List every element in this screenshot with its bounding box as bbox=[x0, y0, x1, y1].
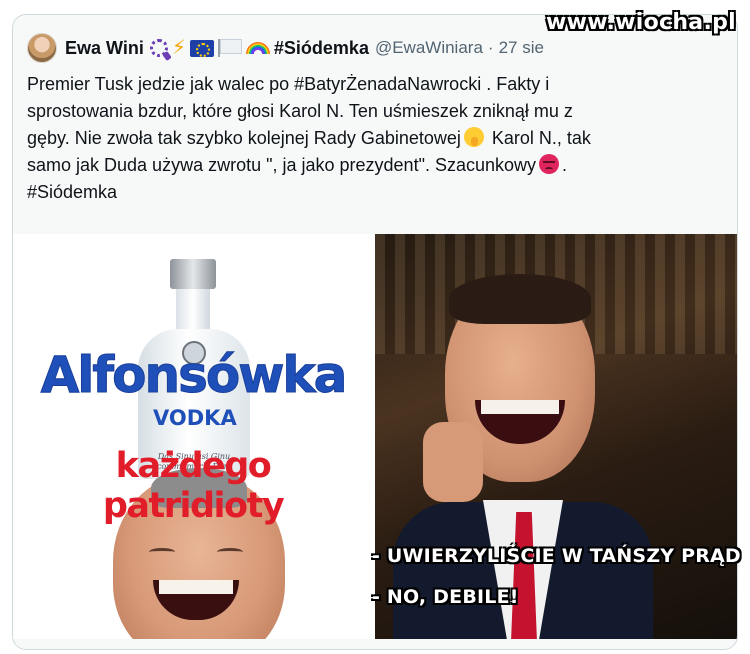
tweet-date[interactable]: 27 sie bbox=[499, 38, 544, 58]
brand-name: Alfonsówka bbox=[40, 346, 348, 405]
author-display-name[interactable]: Ewa Wini bbox=[65, 38, 144, 59]
watermark: www.wiocha.pl bbox=[546, 10, 736, 35]
white-flag-icon bbox=[217, 39, 242, 57]
header-separator: · bbox=[487, 38, 494, 57]
tweet-text-line: gęby. Nie zwoła tak szybko kolejnej Rady… bbox=[27, 125, 727, 152]
raised-fist bbox=[423, 422, 483, 502]
product-name: VODKA bbox=[153, 406, 237, 430]
bottle-cap bbox=[170, 259, 216, 289]
tweet-hashtag[interactable]: #Siódemka bbox=[27, 179, 727, 206]
slogan: każdego patridioty bbox=[102, 446, 285, 526]
eye bbox=[217, 548, 243, 556]
shushing-face-icon bbox=[463, 127, 484, 147]
avatar[interactable] bbox=[27, 33, 57, 63]
eu-flag-icon bbox=[189, 39, 214, 57]
eye bbox=[149, 548, 175, 556]
tweet-text-segment: samo jak Duda używa zwrotu ", ja jako pr… bbox=[27, 155, 537, 175]
tweet-media: Das Sinufasi Ginu commumerly Dem slunsle… bbox=[13, 234, 737, 639]
rainbow-icon bbox=[245, 42, 270, 54]
media-image-left[interactable]: Das Sinufasi Ginu commumerly Dem slunsle… bbox=[13, 234, 372, 639]
media-image-right[interactable] bbox=[375, 234, 737, 639]
prayer-beads-icon bbox=[149, 39, 168, 57]
tweet-text-line: samo jak Duda używa zwrotu ", ja jako pr… bbox=[27, 152, 727, 179]
angry-face-icon bbox=[539, 154, 560, 174]
author-name-hashtag[interactable]: #Siódemka bbox=[274, 38, 369, 59]
tweet-text-segment: Karol N., tak bbox=[486, 128, 591, 148]
meme-caption-line-2: - NO, DEBILE! bbox=[372, 586, 519, 608]
tweet-text-line: Premier Tusk jedzie jak walec po #BatyrŻ… bbox=[27, 74, 550, 94]
tweet-text: Premier Tusk jedzie jak walec po #BatyrŻ… bbox=[27, 71, 727, 206]
tweet-text-segment: . bbox=[562, 155, 568, 175]
tweet-header: Ewa Wini ⚡ #Siódemka @EwaWiniara · 27 si… bbox=[27, 33, 544, 63]
tweet-text-segment: gęby. Nie zwoła tak szybko kolejnej Rady… bbox=[27, 128, 461, 148]
meme-caption-line-1: - UWIERZYLIŚCIE W TAŃSZY PRĄD bbox=[372, 545, 741, 567]
lightning-icon: ⚡ bbox=[171, 37, 186, 59]
hair bbox=[449, 274, 591, 324]
author-handle[interactable]: @EwaWiniara bbox=[375, 38, 483, 58]
tweet-text-line: sprostowania bzdur, które głosi Karol N.… bbox=[27, 101, 573, 121]
